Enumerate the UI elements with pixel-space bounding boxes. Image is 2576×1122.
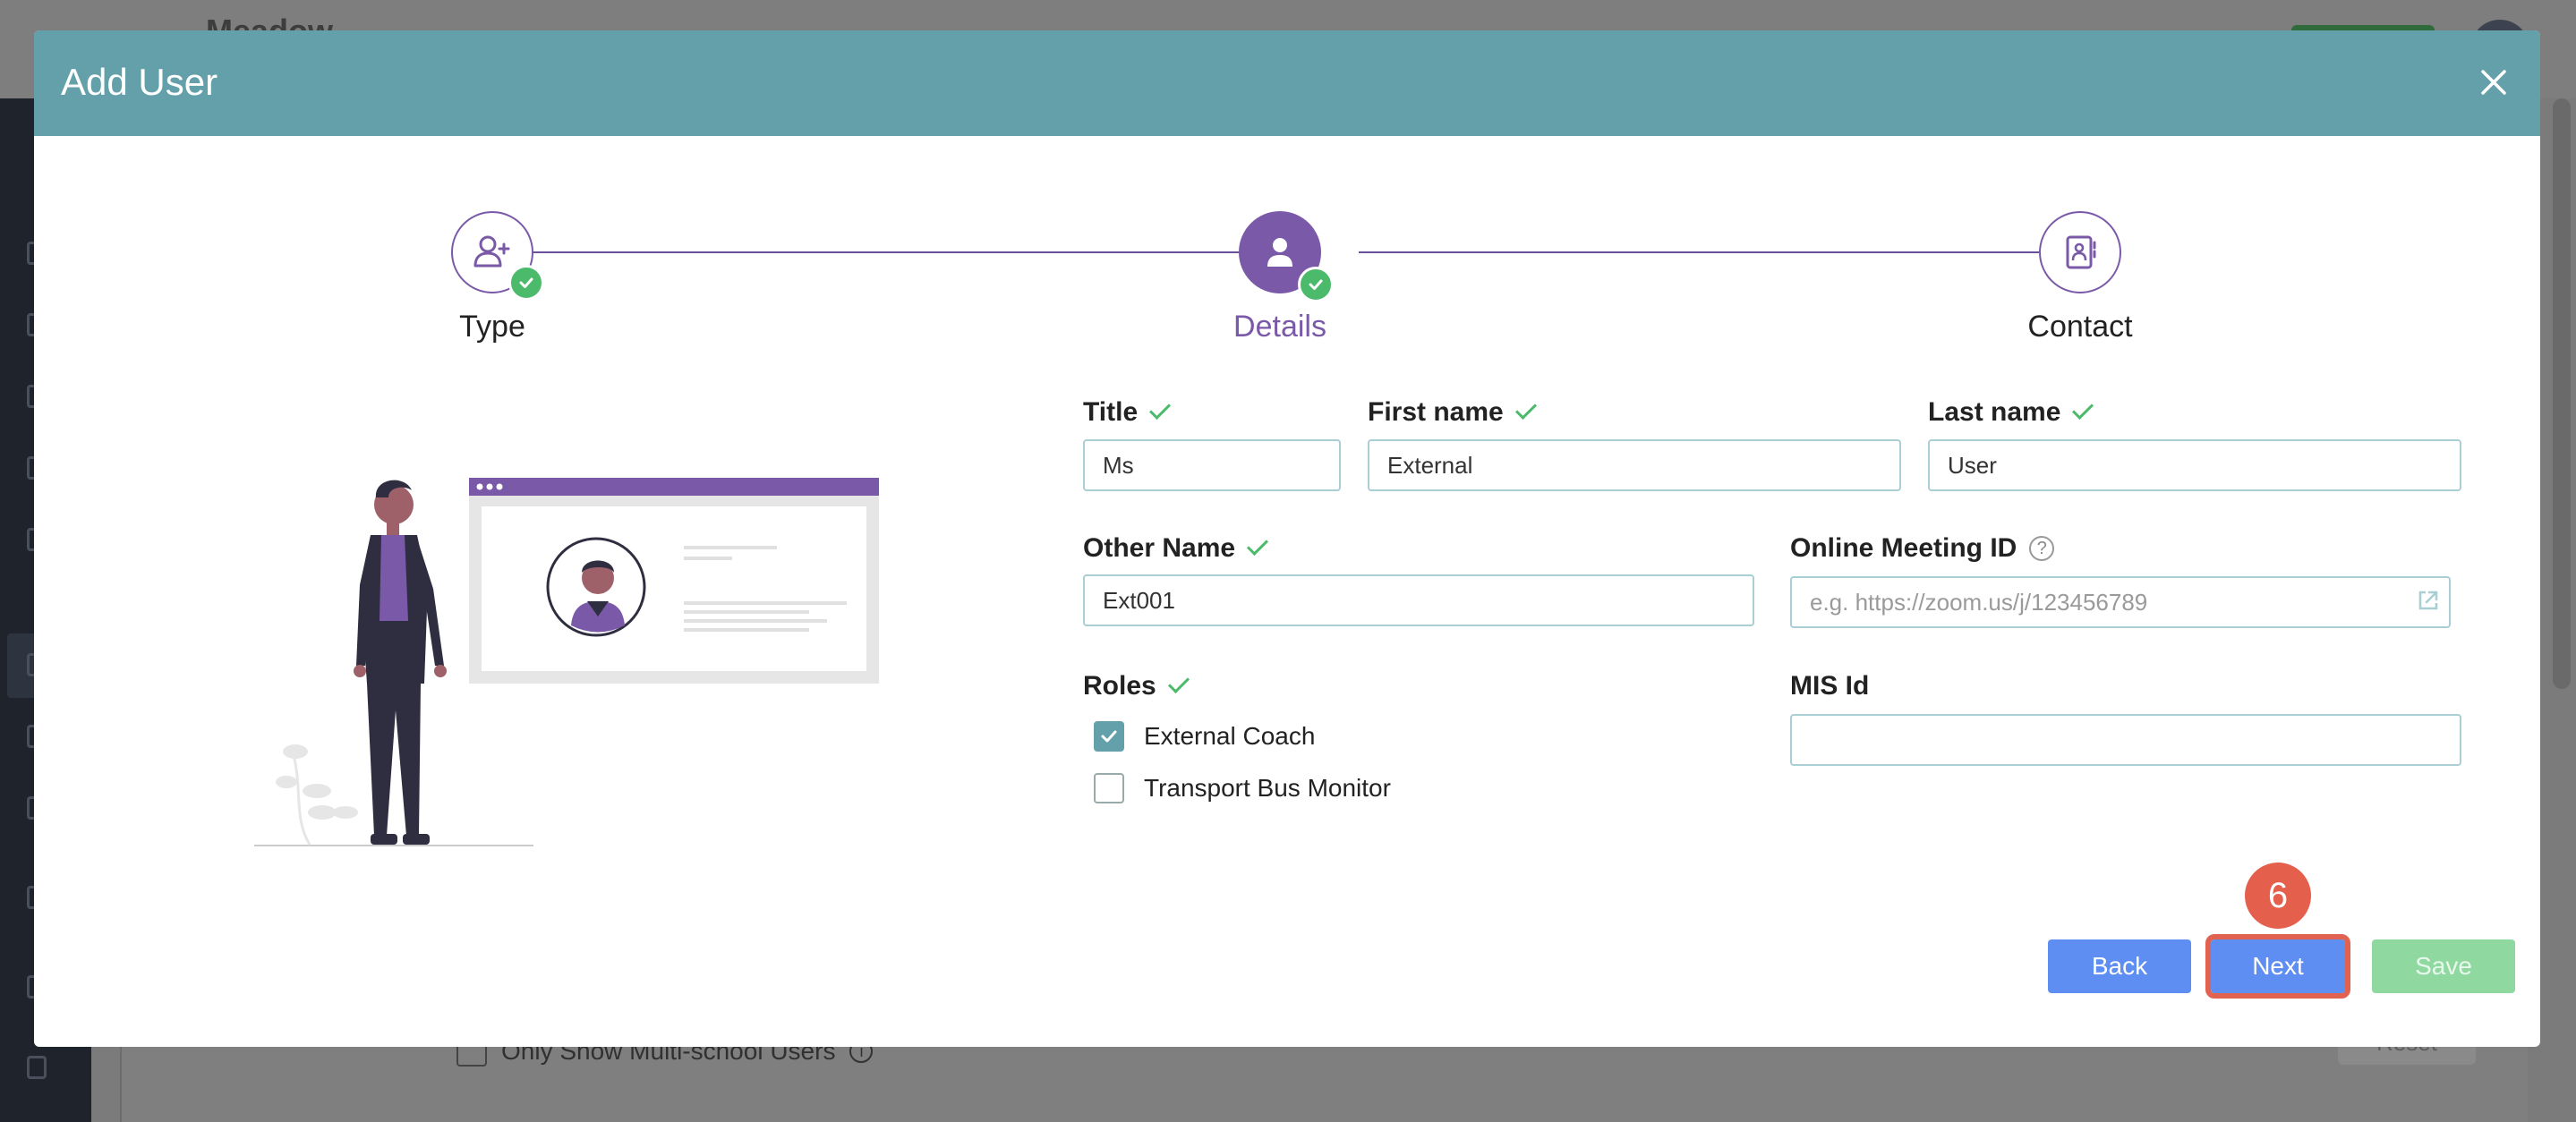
valid-check-icon: [1514, 397, 1537, 421]
next-button[interactable]: Next: [2205, 934, 2350, 999]
step-label-details: Details: [1233, 310, 1326, 344]
external-coach-label: External Coach: [1144, 722, 1316, 750]
role-transport-bus-monitor[interactable]: Transport Bus Monitor: [1094, 773, 1391, 803]
step-contact[interactable]: [2039, 211, 2121, 293]
back-button[interactable]: Back: [2048, 939, 2191, 993]
title-label: Title: [1083, 397, 1172, 428]
sidebar-icon: [27, 1056, 47, 1079]
stepper-connector: [1359, 251, 2116, 253]
first-name-input[interactable]: [1368, 439, 1901, 491]
other-name-label: Other Name: [1083, 533, 1269, 564]
stepper-connector: [525, 251, 1282, 253]
contact-book-icon: [2066, 235, 2096, 269]
first-name-label: First name: [1368, 397, 1537, 428]
mis-id-input[interactable]: [1790, 714, 2461, 766]
check-icon: [1298, 267, 1334, 302]
valid-check-icon: [1167, 671, 1190, 694]
save-button[interactable]: Save: [2372, 939, 2515, 993]
transport-bus-monitor-checkbox[interactable]: [1094, 773, 1124, 803]
external-link-icon[interactable]: [2415, 587, 2442, 614]
roles-label: Roles: [1083, 671, 1190, 701]
external-coach-checkbox[interactable]: [1094, 721, 1124, 752]
user-profile-illustration: [254, 478, 879, 846]
close-icon[interactable]: [2476, 64, 2512, 100]
add-user-modal: Add User Type Details Contact Title Ms F…: [34, 30, 2540, 1047]
modal-header: Add User: [34, 30, 2540, 136]
help-icon[interactable]: ?: [2029, 536, 2055, 561]
valid-check-icon: [1149, 397, 1172, 421]
title-input[interactable]: [1083, 439, 1341, 491]
valid-check-icon: [2072, 397, 2094, 421]
online-meeting-id-input[interactable]: [1790, 576, 2451, 628]
transport-bus-monitor-label: Transport Bus Monitor: [1144, 774, 1391, 802]
other-name-input[interactable]: [1083, 574, 1754, 626]
step-label-type: Type: [459, 310, 525, 344]
last-name-input[interactable]: [1928, 439, 2461, 491]
role-external-coach[interactable]: External Coach: [1094, 721, 1315, 752]
step-type[interactable]: [451, 211, 544, 301]
step-label-contact: Contact: [2027, 310, 2133, 344]
online-meeting-id-label: Online Meeting ID ?: [1790, 533, 2055, 564]
step-number-badge: 6: [2245, 863, 2311, 929]
background-scrollbar: [2553, 98, 2571, 689]
last-name-label: Last name: [1928, 397, 2094, 428]
step-details[interactable]: [1239, 211, 1334, 302]
user-plus-icon: [473, 235, 510, 268]
valid-check-icon: [1247, 533, 1269, 557]
check-icon: [508, 265, 544, 301]
modal-title: Add User: [61, 61, 218, 103]
mis-id-label: MIS Id: [1790, 671, 1870, 701]
user-icon: [1267, 238, 1292, 267]
